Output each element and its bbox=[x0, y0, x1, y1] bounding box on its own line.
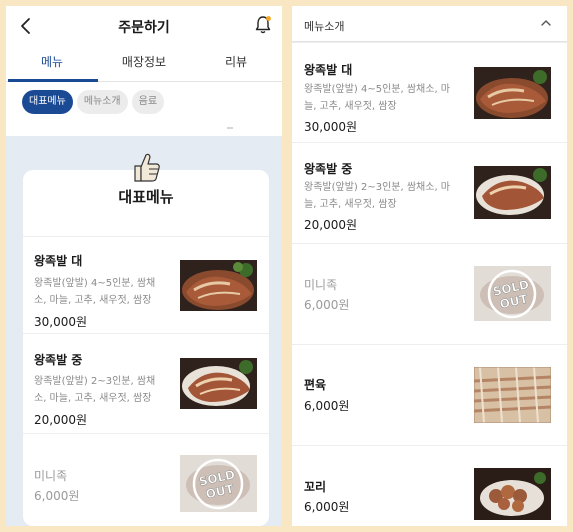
item-name: 왕족발 대 bbox=[34, 254, 83, 268]
jokbal-image bbox=[180, 260, 257, 311]
item-price: 6,000원 bbox=[304, 399, 350, 413]
jokbal-image bbox=[180, 358, 257, 409]
thumbs-up-icon bbox=[134, 153, 160, 182]
tab-reviews[interactable]: 리뷰 bbox=[190, 46, 282, 81]
menu-item-large[interactable]: 왕족발 대 왕족발(앞발) 4~5인분, 쌈채소, 마 늘, 고추, 새우젓, … bbox=[292, 42, 567, 142]
item-price: 20,000원 bbox=[304, 218, 358, 232]
menu-item-tail[interactable]: 꼬리 6,000원 bbox=[292, 445, 567, 525]
chip-menu-intro[interactable]: 메뉴소개 bbox=[76, 90, 128, 114]
item-description-line1: 왕족발(앞발) 2~3인분, 쌈채소, 마 bbox=[304, 182, 450, 193]
item-price: 30,000원 bbox=[34, 315, 88, 329]
item-name: 미니족 bbox=[34, 469, 68, 483]
chip-drinks[interactable]: 음료 bbox=[131, 90, 165, 114]
category-chips: 대표메뉴 메뉴소개 음료 bbox=[6, 82, 282, 122]
tail-image bbox=[474, 468, 551, 520]
featured-menu-card: 대표메뉴 왕족발 대 왕족발(앞발) 4~5인분, 쌈채 소, 마늘, 고추, … bbox=[23, 170, 269, 526]
item-description-line1: 왕족발(앞발) 2~3인분, 쌈채 bbox=[34, 376, 156, 387]
item-description-line2: 소, 마늘, 고추, 새우젓, 쌈장 bbox=[34, 295, 152, 306]
item-name: 왕족발 중 bbox=[304, 162, 353, 176]
divider bbox=[227, 127, 233, 129]
item-name: 왕족발 중 bbox=[34, 353, 83, 367]
item-name: 미니족 bbox=[304, 278, 338, 292]
chevron-up-icon[interactable] bbox=[541, 19, 551, 27]
item-name: 왕족발 대 bbox=[304, 63, 353, 77]
jokbal-image bbox=[474, 67, 551, 119]
tab-bar: 메뉴 매장정보 리뷰 bbox=[6, 46, 282, 82]
active-tab-indicator bbox=[8, 79, 98, 82]
page-title: 주문하기 bbox=[118, 20, 170, 36]
item-name: 꼬리 bbox=[304, 480, 327, 494]
item-description-line2: 늘, 고추, 새우젓, 쌈장 bbox=[304, 101, 397, 112]
menu-item-pyeonyuk[interactable]: 편육 6,000원 bbox=[292, 344, 567, 445]
item-name: 편육 bbox=[304, 378, 327, 392]
section-title: 메뉴소개 bbox=[304, 20, 345, 33]
menu-item-mini[interactable]: 미니족 6,000원 SOLD OUT bbox=[23, 433, 269, 526]
menu-intro-screen: 메뉴소개 왕족발 대 왕족발(앞발) 4~5인분, 쌈채소, 마 늘, 고추, … bbox=[292, 6, 567, 526]
menu-item-large[interactable]: 왕족발 대 왕족발(앞발) 4~5인분, 쌈채 소, 마늘, 고추, 새우젓, … bbox=[23, 236, 269, 333]
item-description-line2: 늘, 고추, 새우젓, 쌈장 bbox=[304, 199, 397, 210]
order-screen: 주문하기 메뉴 매장정보 리뷰 대표메뉴 메뉴소개 음료 대표메뉴 왕족발 대 … bbox=[6, 6, 282, 526]
item-price: 6,000원 bbox=[304, 500, 350, 514]
menu-item-medium[interactable]: 왕족발 중 왕족발(앞발) 2~3인분, 쌈채 소, 마늘, 고추, 새우젓, … bbox=[23, 333, 269, 433]
section-header[interactable]: 메뉴소개 bbox=[292, 6, 567, 42]
header: 주문하기 bbox=[6, 6, 282, 46]
item-description-line2: 소, 마늘, 고추, 새우젓, 쌈장 bbox=[34, 393, 152, 404]
menu-item-mini[interactable]: 미니족 6,000원 SOLD OUT bbox=[292, 243, 567, 344]
jokbal-image bbox=[474, 166, 551, 219]
menu-item-medium[interactable]: 왕족발 중 왕족발(앞발) 2~3인분, 쌈채소, 마 늘, 고추, 새우젓, … bbox=[292, 142, 567, 243]
item-price: 6,000원 bbox=[304, 298, 350, 312]
sold-out-image: SOLD OUT bbox=[474, 266, 551, 321]
item-price: 20,000원 bbox=[34, 413, 88, 427]
sold-out-image: SOLD OUT bbox=[180, 455, 257, 512]
item-price: 30,000원 bbox=[304, 120, 358, 134]
item-description-line1: 왕족발(앞발) 4~5인분, 쌈채소, 마 bbox=[304, 84, 450, 95]
bell-icon[interactable] bbox=[254, 15, 272, 35]
tab-store-info[interactable]: 매장정보 bbox=[98, 46, 190, 81]
item-price: 6,000원 bbox=[34, 489, 80, 503]
chip-featured-menu[interactable]: 대표메뉴 bbox=[22, 90, 73, 114]
item-description-line1: 왕족발(앞발) 4~5인분, 쌈채 bbox=[34, 278, 156, 289]
pyeonyuk-image bbox=[474, 367, 551, 423]
tab-menu[interactable]: 메뉴 bbox=[6, 46, 98, 81]
card-title: 대표메뉴 bbox=[118, 188, 174, 206]
